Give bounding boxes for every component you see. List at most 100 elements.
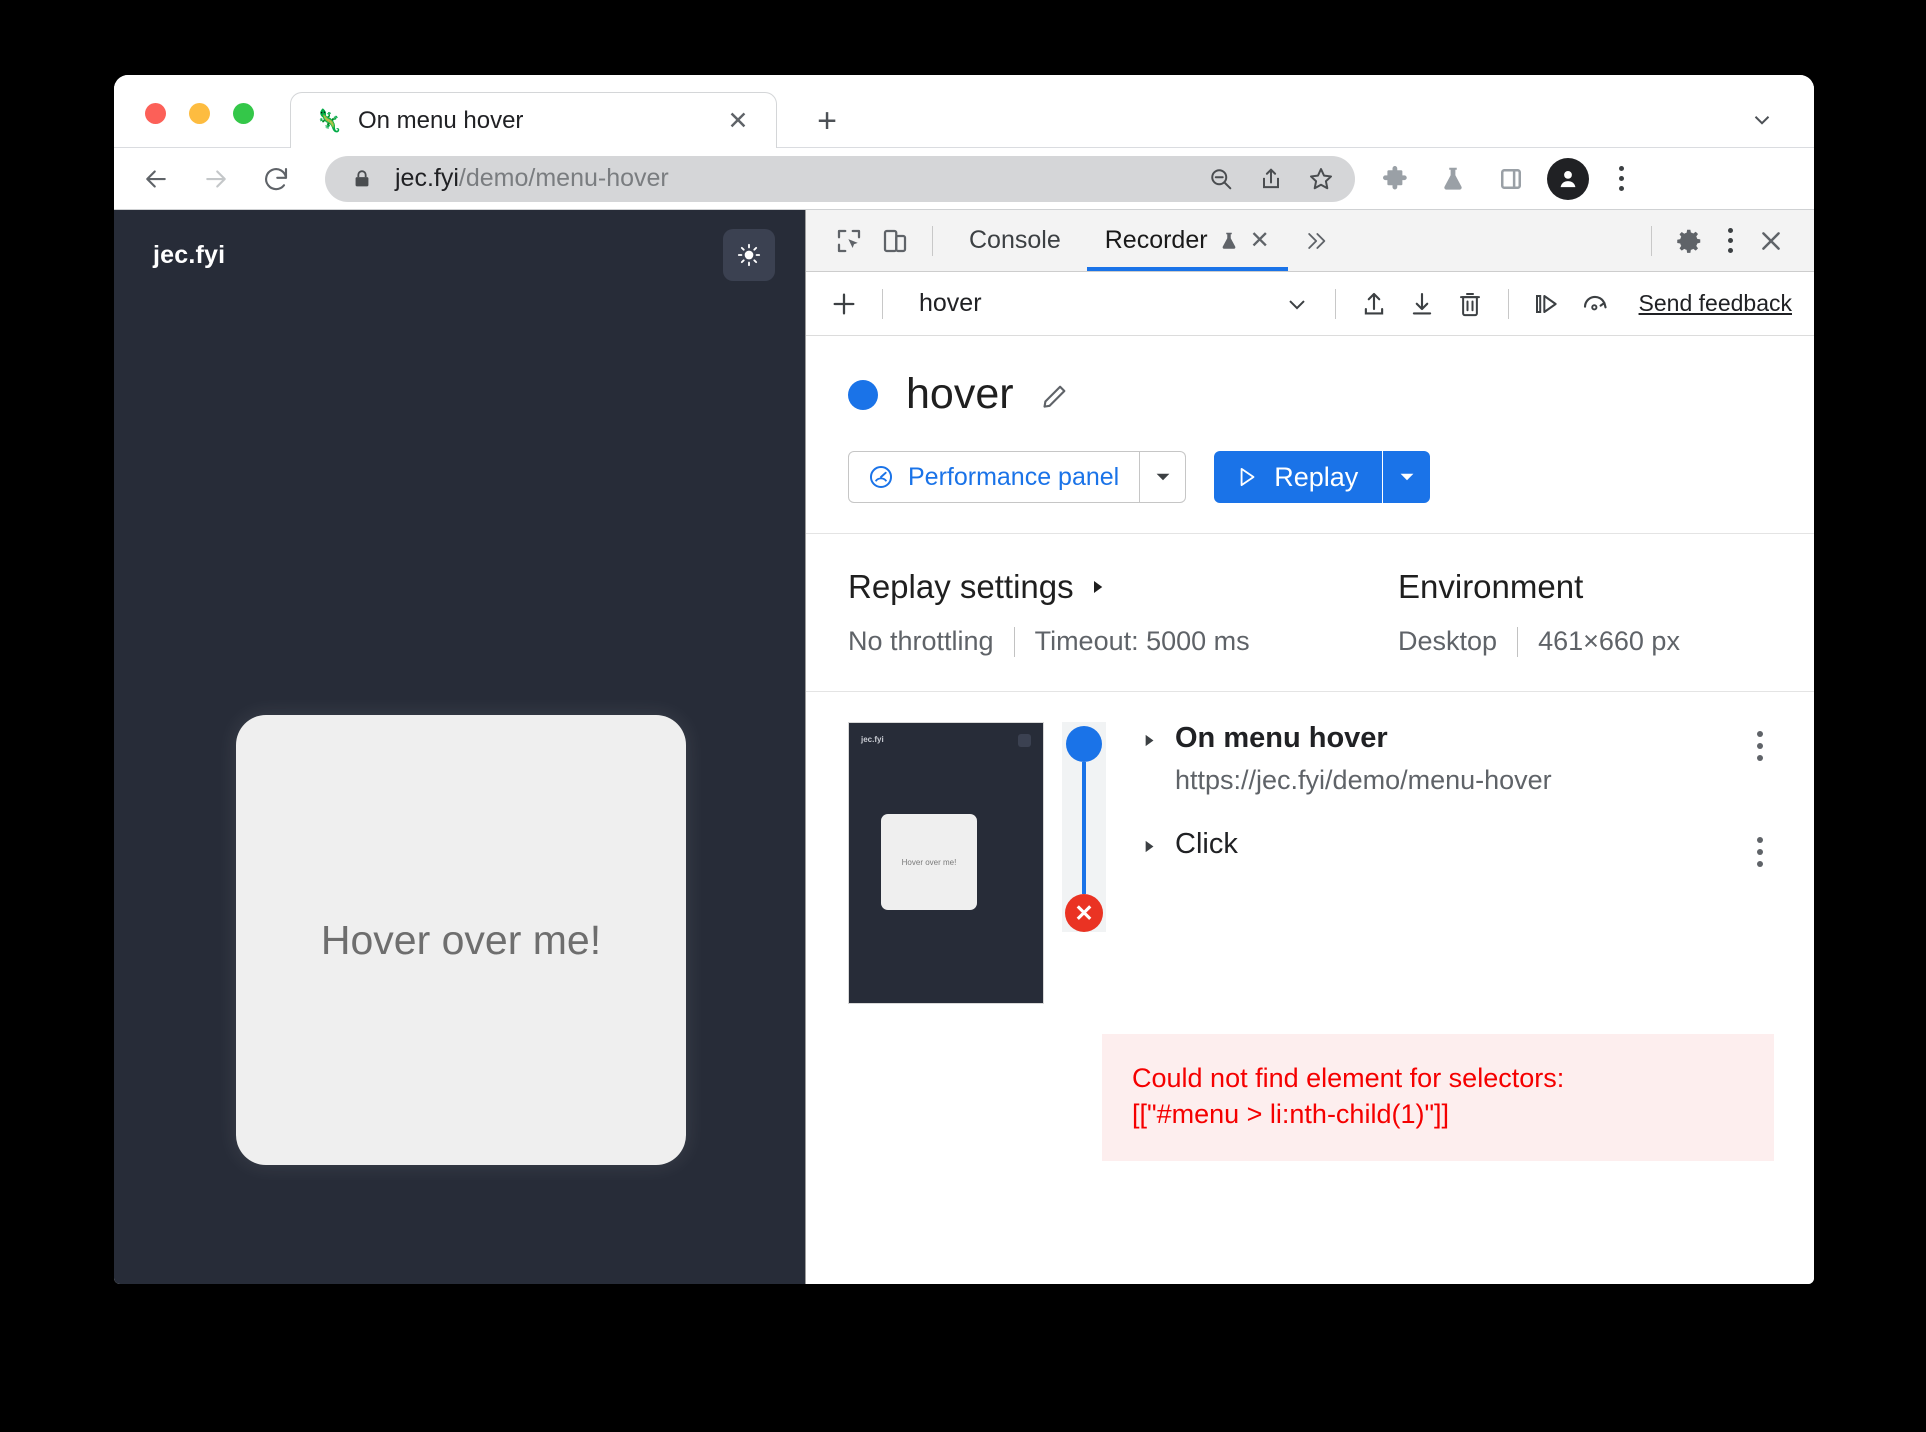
environment-values: Desktop 461×660 px [1398,626,1680,657]
recording-actions: Performance panel Replay [848,451,1814,503]
error-line-1: Could not find element for selectors: [1132,1063,1565,1093]
content-split: jec.fyi Hover over me! Console Recorder … [114,210,1814,1284]
puzzle-icon[interactable] [1373,157,1417,201]
url-path: /demo/menu-hover [458,164,669,192]
triangle-right-icon[interactable] [1140,732,1157,749]
address-bar[interactable]: jec.fyi/demo/menu-hover [325,155,1355,202]
tab-recorder[interactable]: Recorder ✕ [1083,210,1292,271]
three-dot-menu-icon[interactable] [1742,726,1778,766]
step-click-title: Click [1175,828,1238,860]
star-icon[interactable] [1299,157,1343,201]
export-upload-icon[interactable] [1350,280,1398,328]
divider [932,225,933,256]
three-dot-menu-icon[interactable] [1742,832,1778,872]
environment-heading: Environment [1398,568,1680,606]
tab-title: On menu hover [358,107,524,134]
throttling-value: No throttling [848,626,994,656]
step-navigate-title: On menu hover [1175,722,1388,754]
forward-arrow-icon [193,156,239,202]
replay-settings-toggle[interactable]: Replay settings [848,568,1398,606]
environment-label: Environment [1398,568,1584,605]
performance-panel-button[interactable]: Performance panel [848,451,1141,503]
step-timeline-rail: ✕ [1062,722,1106,932]
browser-toolbar-actions [1373,157,1639,201]
trash-icon[interactable] [1446,280,1494,328]
gear-icon[interactable] [1666,218,1712,264]
step-click[interactable]: Click [1062,828,1814,872]
status-badge [848,379,878,410]
pencil-edit-icon[interactable] [1039,378,1073,412]
error-x-icon: ✕ [1065,894,1103,932]
replay-button[interactable]: Replay [1214,451,1383,503]
chevron-down-icon[interactable] [1743,101,1781,139]
close-icon[interactable]: ✕ [722,105,754,137]
page-favicon: 🦎 [315,108,343,133]
divider [1517,626,1519,657]
back-arrow-icon[interactable] [133,156,179,202]
devtools-tab-actions [1637,218,1814,264]
profile-avatar-icon[interactable] [1547,157,1589,200]
step-screenshot-thumbnail[interactable]: jec.fyi Hover over me! [848,722,1044,1004]
recording-title: hover [906,370,1014,418]
chevron-down-icon[interactable] [1273,280,1321,328]
window-controls [145,103,254,124]
minimize-window-button[interactable] [189,103,210,124]
page-header: jec.fyi [114,210,805,300]
error-line-2: [["#menu > li:nth-child(1)"]] [1132,1099,1450,1130]
thumbnail-theme-toggle [1018,734,1031,747]
site-brand: jec.fyi [153,240,226,269]
timeline-start-node [1066,726,1102,762]
share-icon[interactable] [1249,157,1293,201]
send-feedback-link[interactable]: Send feedback [1639,290,1792,317]
step-over-play-icon[interactable] [1523,280,1571,328]
devtools-tab-bar: Console Recorder ✕ [806,210,1814,272]
maximize-window-button[interactable] [233,103,254,124]
divider [1013,626,1015,657]
hover-card[interactable]: Hover over me! [236,715,686,1165]
replay-label: Replay [1274,461,1359,492]
step-navigate-url: https://jec.fyi/demo/menu-hover [1175,765,1552,795]
error-message: Could not find element for selectors: [[… [1102,1034,1774,1161]
plus-icon[interactable] [820,280,868,328]
tab-recorder-label: Recorder [1104,226,1208,254]
replay-settings-column: Replay settings No throttling Timeout: 5… [848,568,1398,657]
recorder-toolbar: hover Send feedback [806,272,1814,336]
sun-icon[interactable] [723,229,775,281]
recording-select-label[interactable]: hover [919,289,982,318]
zoom-out-icon[interactable] [1199,157,1243,201]
reload-icon[interactable] [253,156,299,202]
close-window-button[interactable] [145,103,166,124]
tab-console[interactable]: Console [947,210,1083,271]
new-tab-button[interactable]: + [808,102,846,140]
side-panel-icon[interactable] [1489,157,1533,201]
inspect-element-icon[interactable] [826,218,872,264]
replay-button-group: Replay [1214,451,1431,503]
environment-column: Environment Desktop 461×660 px [1398,568,1680,657]
import-download-icon[interactable] [1398,280,1446,328]
steps-list: ✕ On menu hover https://jec.fyi/demo/men… [1062,722,1814,1004]
navigation-toolbar: jec.fyi/demo/menu-hover [114,148,1814,210]
url-host: jec.fyi [395,164,459,192]
flask-icon[interactable] [1431,157,1475,201]
three-dot-menu-icon[interactable] [1603,157,1639,201]
viewport-value: 461×660 px [1538,626,1680,656]
thumbnail-brand: jec.fyi [861,735,884,744]
replay-dropdown[interactable] [1382,451,1431,503]
close-icon[interactable] [1748,218,1794,264]
close-icon[interactable]: ✕ [1250,226,1270,255]
three-dot-menu-icon[interactable] [1712,219,1748,263]
thumbnail-card: Hover over me! [881,814,977,910]
performance-gauge-icon [867,463,895,491]
step-navigate[interactable]: On menu hover https://jec.fyi/demo/menu-… [1062,722,1814,796]
chevron-double-right-icon[interactable] [1292,218,1338,264]
performance-panel-dropdown[interactable] [1140,451,1187,503]
triangle-right-icon[interactable] [1140,838,1157,855]
tab-console-label: Console [969,226,1061,254]
step-click-body: Click [1175,828,1742,861]
device-toolbar-icon[interactable] [872,218,918,264]
replay-speed-icon[interactable] [1571,280,1619,328]
browser-tab[interactable]: 🦎 On menu hover ✕ [290,92,777,149]
page-viewport: jec.fyi Hover over me! [114,210,806,1284]
address-bar-actions [1199,157,1343,201]
divider [1507,288,1509,319]
